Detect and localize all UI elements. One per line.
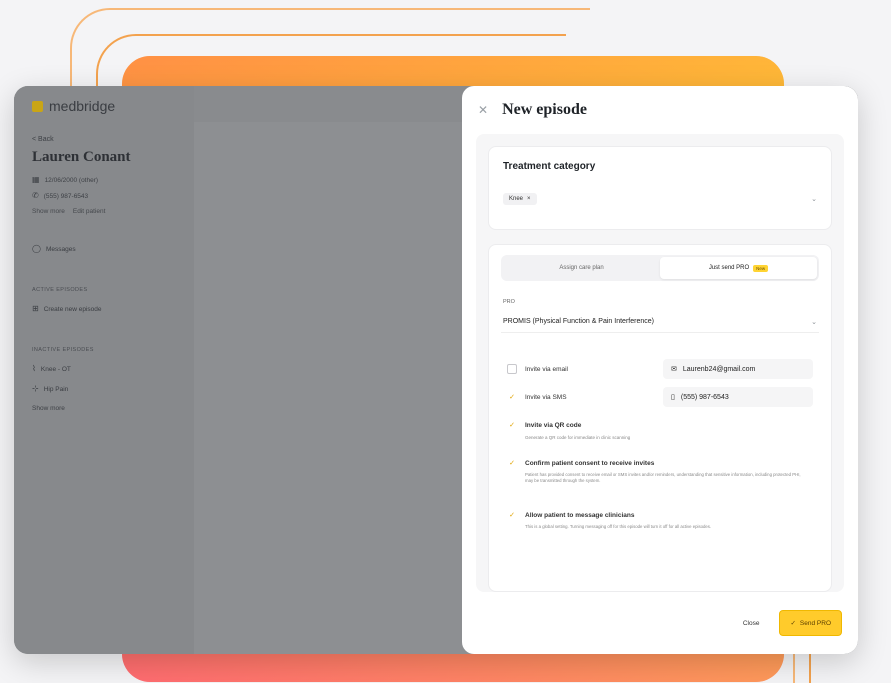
inactive-episodes-heading: INACTIVE EPISODES [32,347,94,353]
tab-just-send-pro[interactable]: Just send PRO New [660,257,817,279]
panel-title: New episode [502,101,587,118]
send-pro-button[interactable]: ✓ Send PRO [779,610,842,636]
sms-checkbox[interactable]: ✓ [507,392,517,402]
email-checkbox[interactable] [507,364,517,374]
calendar-icon: ▦ [32,175,40,184]
new-badge: New [753,264,769,272]
phone-text: (555) 987-6543 [43,192,89,200]
logo-text: medbridge [49,98,116,114]
pro-select[interactable]: PROMIS (Physical Function & Pain Interfe… [501,311,819,333]
qr-checkbox[interactable]: ✓ [507,420,517,430]
new-episode-panel: ✕ New episode Treatment category Knee × … [462,86,858,654]
patient-dob: ▦ 12/06/2000 (other) [32,176,176,184]
chevron-down-icon: ⌄ [811,318,817,326]
app-window: medbridge < Back Lauren Conant ▦ 12/06/2… [14,86,858,654]
invite-options: Invite via email ✉ Laurenb24@gmail.com ✓… [501,355,819,440]
create-episode-button[interactable]: ⊞ Create new episode [32,305,176,313]
sidebar: medbridge < Back Lauren Conant ▦ 12/06/2… [14,86,194,654]
email-value: Laurenb24@gmail.com [682,365,756,373]
invite-qr-label: Invite via QR code [525,421,582,429]
check-icon: ✓ [790,620,796,627]
category-chip-label: Knee [509,196,524,202]
close-button[interactable]: Close [733,612,770,635]
patient-name: Lauren Conant [32,149,131,165]
send-pro-label: Send PRO [799,619,831,627]
consent-option-title[interactable]: ✓ Confirm patient consent to receive inv… [507,458,813,468]
sidebar-item-episode[interactable]: ⊹ Hip Pain [32,385,176,393]
logo: medbridge [32,98,176,114]
email-field[interactable]: ✉ Laurenb24@gmail.com [663,359,813,379]
invite-email-option[interactable]: Invite via email [507,364,568,374]
sidebar-item-episode[interactable]: ⌇ Knee - OT [32,365,176,373]
mobile-icon: ▯ [671,394,675,401]
close-icon[interactable]: ✕ [478,103,488,117]
category-chip: Knee × [503,193,537,205]
dob-text: 12/06/2000 (other) [44,176,99,184]
phone-icon: ✆ [32,191,39,200]
invite-sms-label: Invite via SMS [525,393,567,401]
sidebar-item-messages[interactable]: ◯ Messages [32,245,176,253]
panel-body: Treatment category Knee × ⌄ Assign care … [476,134,844,592]
treatment-category-title: Treatment category [503,161,596,172]
patient-phone: ✆ (555) 987-6543 [32,192,176,200]
chip-remove-icon[interactable]: × [527,196,531,202]
messaging-description: This is a global setting. Turning messag… [525,524,712,530]
invite-sms-option[interactable]: ✓ Invite via SMS [507,392,567,402]
tab-label: Just send PRO [708,265,750,271]
logo-icon [32,100,43,112]
invite-qr-option[interactable]: ✓ Invite via QR code [507,420,581,430]
episode-label: Knee - OT [40,365,71,373]
edit-patient-link[interactable]: Edit patient [73,208,106,215]
show-more-link[interactable]: Show more [32,208,65,215]
phone-value: (555) 987-6543 [680,393,729,401]
invite-email-row: Invite via email ✉ Laurenb24@gmail.com [507,355,813,383]
mail-icon: ✉ [671,366,677,373]
consent-option: ✓ Confirm patient consent to receive inv… [501,458,819,484]
messaging-checkbox[interactable]: ✓ [507,510,517,520]
pro-value: PROMIS (Physical Function & Pain Interfe… [503,318,654,325]
tab-assign-care-plan[interactable]: Assign care plan [503,257,660,279]
messaging-option: ✓ Allow patient to message clinicians Th… [501,510,819,530]
hip-icon: ⊹ [32,384,39,393]
consent-label: Confirm patient consent to receive invit… [525,459,655,467]
active-episodes-heading: ACTIVE EPISODES [32,287,88,293]
treatment-category-select[interactable]: Knee × ⌄ [503,188,817,210]
phone-field[interactable]: ▯ (555) 987-6543 [663,387,813,407]
create-episode-label: Create new episode [43,305,102,313]
pro-card: Assign care plan Just send PRO New PRO P… [488,244,832,592]
knee-icon: ⌇ [32,364,36,373]
panel-footer: Close ✓ Send PRO [462,592,858,654]
messaging-option-title[interactable]: ✓ Allow patient to message clinicians [507,510,813,520]
back-link[interactable]: < Back [32,136,176,143]
patient-links: Show more Edit patient [32,208,176,215]
messaging-label: Allow patient to message clinicians [525,511,635,519]
invite-sms-row: ✓ Invite via SMS ▯ (555) 987-6543 [507,383,813,411]
invite-qr-description: Generate a QR code for immediate in clin… [525,435,631,440]
pro-label: PRO [503,299,515,305]
add-icon: ⊞ [32,304,39,313]
invite-email-label: Invite via email [525,365,568,373]
consent-description: Patient has provided consent to receive … [525,472,801,484]
consent-checkbox[interactable]: ✓ [507,458,517,468]
chevron-down-icon[interactable]: ⌄ [811,195,817,203]
treatment-category-card: Treatment category Knee × ⌄ [488,146,832,230]
panel-header: ✕ New episode [462,86,858,134]
tab-label: Assign care plan [559,265,604,271]
show-more-episodes-link[interactable]: Show more [32,405,176,412]
messages-label: Messages [45,245,76,253]
mode-tabs: Assign care plan Just send PRO New [501,255,819,281]
episode-label: Hip Pain [43,385,69,393]
message-icon: ◯ [32,244,41,253]
